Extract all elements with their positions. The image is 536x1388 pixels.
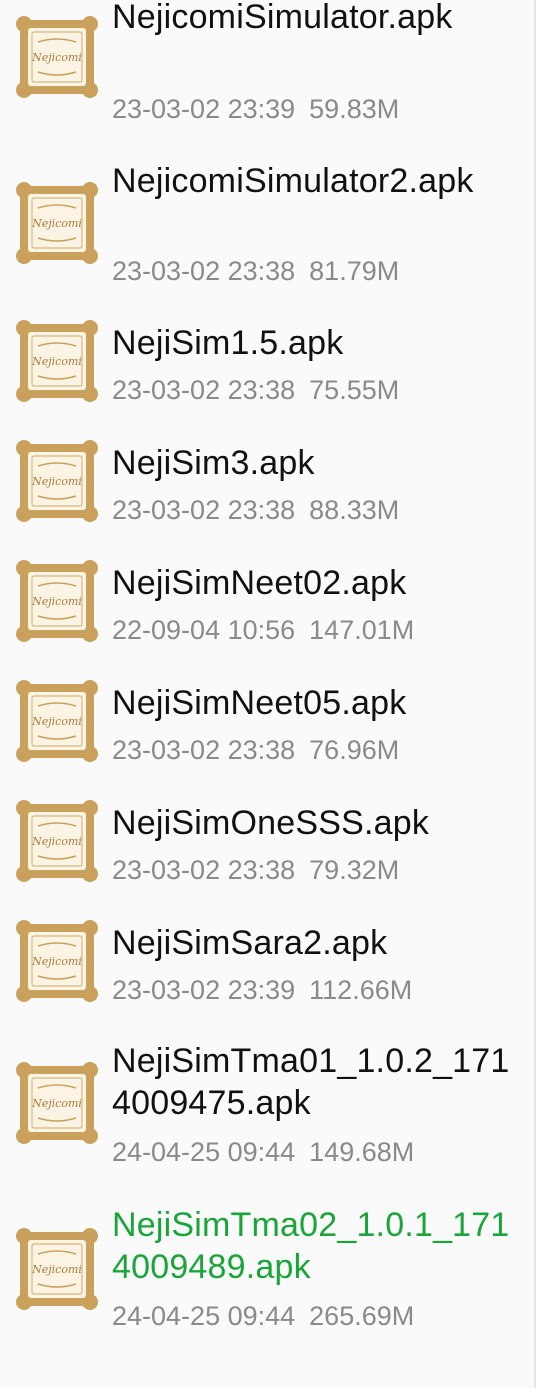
file-item-nejisimsara2[interactable]: Nejicomi NejiSimSara2.apk 23-03-02 23:39… (0, 910, 536, 1010)
nejicomi-app-icon: Nejicomi (14, 438, 100, 524)
file-meta: 24-04-25 09:44 149.68M (112, 1136, 516, 1168)
file-item-nejisim3[interactable]: Nejicomi NejiSim3.apk 23-03-02 23:38 88.3… (0, 430, 536, 530)
file-name: NejiSimTma01_1.0.2_1714009475.apk (112, 1042, 510, 1122)
nejicomi-app-icon: Nejicomi (14, 180, 100, 266)
file-meta: 23-03-02 23:39 112.66M (112, 974, 516, 1006)
nejicomi-app-icon: Nejicomi (14, 798, 100, 884)
nejicomi-app-icon: Nejicomi (14, 14, 100, 100)
file-name: NejiSimNeet05.apk (112, 684, 407, 722)
file-date: 23-03-02 23:38 (112, 375, 296, 405)
file-size: 76.96M (309, 735, 400, 765)
file-date: 23-03-02 23:38 (112, 735, 296, 765)
file-date: 22-09-04 10:56 (112, 615, 296, 645)
file-date: 23-03-02 23:38 (112, 256, 296, 286)
file-name: NejiSimSara2.apk (112, 924, 388, 962)
icon-label: Nejicomi (31, 475, 82, 488)
icon-label: Nejicomi (31, 835, 82, 848)
icon-label: Nejicomi (31, 715, 82, 728)
file-meta: 23-03-02 23:38 79.32M (112, 854, 516, 886)
file-item-nejisimtma01[interactable]: Nejicomi NejiSimTma01_1.0.2_1714009475.a… (0, 1030, 536, 1180)
file-name: NejicomiSimulator2.apk (112, 162, 474, 200)
file-item-nejisimtma02[interactable]: Nejicomi NejiSimTma02_1.0.1_1714009489.a… (0, 1196, 536, 1346)
file-meta: 23-03-02 23:38 75.55M (112, 374, 516, 406)
file-size: 79.32M (309, 855, 400, 885)
nejicomi-app-icon: Nejicomi (14, 1226, 100, 1312)
file-meta: 23-03-02 23:38 76.96M (112, 734, 516, 766)
icon-label: Nejicomi (31, 51, 82, 64)
file-date: 23-03-02 23:38 (112, 495, 296, 525)
file-item-nejicomisimulator[interactable]: Nejicomi NejicomiSimulator.apk 23-03-02 … (0, 0, 536, 124)
file-item-nejisimneet02[interactable]: Nejicomi NejiSimNeet02.apk 22-09-04 10:5… (0, 550, 536, 650)
icon-label: Nejicomi (31, 1263, 82, 1276)
file-date: 23-03-02 23:39 (112, 94, 296, 124)
nejicomi-app-icon: Nejicomi (14, 918, 100, 1004)
file-size: 59.83M (309, 94, 400, 124)
file-name: NejiSim3.apk (112, 444, 315, 482)
file-size: 75.55M (309, 375, 400, 405)
file-name: NejiSimOneSSS.apk (112, 804, 430, 842)
file-item-nejisimneet05[interactable]: Nejicomi NejiSimNeet05.apk 23-03-02 23:3… (0, 670, 536, 770)
icon-label: Nejicomi (31, 595, 82, 608)
file-size: 149.68M (309, 1137, 415, 1167)
file-item-nejisim1-5[interactable]: Nejicomi NejiSim1.5.apk 23-03-02 23:38 75… (0, 310, 536, 410)
file-meta: 23-03-02 23:38 88.33M (112, 494, 516, 526)
file-item-nejisimonesss[interactable]: Nejicomi NejiSimOneSSS.apk 23-03-02 23:3… (0, 790, 536, 890)
file-name: NejiSimNeet02.apk (112, 564, 407, 602)
nejicomi-app-icon: Nejicomi (14, 318, 100, 404)
file-meta: 24-04-25 09:44 265.69M (112, 1300, 516, 1332)
icon-label: Nejicomi (31, 217, 82, 230)
file-name: NejiSimTma02_1.0.1_1714009489.apk (112, 1206, 510, 1286)
file-meta: 22-09-04 10:56 147.01M (112, 614, 516, 646)
nejicomi-app-icon: Nejicomi (14, 1060, 100, 1146)
file-size: 265.69M (309, 1301, 415, 1331)
file-size: 81.79M (309, 256, 400, 286)
file-item-nejicomisimulator2[interactable]: Nejicomi NejicomiSimulator2.apk 23-03-02… (0, 150, 536, 286)
icon-label: Nejicomi (31, 955, 82, 968)
file-meta: 23-03-02 23:39 59.83M (112, 93, 516, 125)
file-name: NejicomiSimulator.apk (112, 0, 453, 36)
file-list: Nejicomi NejicomiSimulator.apk 23-03-02 … (0, 0, 536, 1388)
file-date: 23-03-02 23:39 (112, 975, 296, 1005)
icon-label: Nejicomi (31, 355, 82, 368)
file-date: 24-04-25 09:44 (112, 1137, 296, 1167)
nejicomi-app-icon: Nejicomi (14, 678, 100, 764)
file-size: 112.66M (309, 975, 413, 1005)
file-meta: 23-03-02 23:38 81.79M (112, 255, 516, 287)
file-size: 147.01M (309, 615, 415, 645)
file-size: 88.33M (309, 495, 400, 525)
file-name: NejiSim1.5.apk (112, 324, 344, 362)
file-date: 24-04-25 09:44 (112, 1301, 296, 1331)
icon-label: Nejicomi (31, 1097, 82, 1110)
file-date: 23-03-02 23:38 (112, 855, 296, 885)
nejicomi-app-icon: Nejicomi (14, 558, 100, 644)
